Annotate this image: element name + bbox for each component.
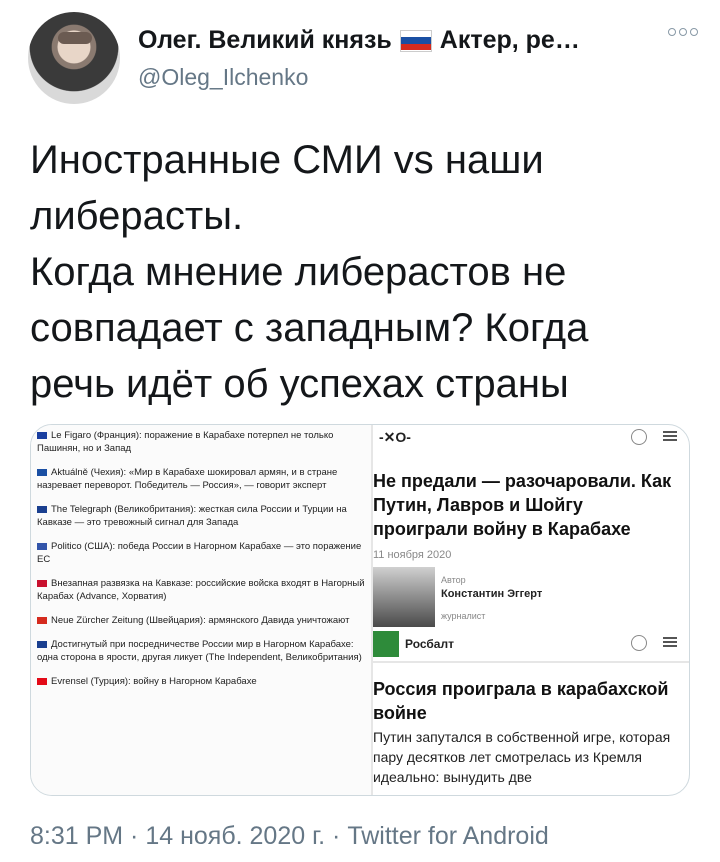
author-name: Константин Эггерт xyxy=(441,588,543,600)
site-logo: -✕О- xyxy=(379,429,411,445)
rosbalt-logo xyxy=(373,631,399,657)
rocket-icon xyxy=(631,635,647,651)
list-item: Evrensel (Турция): войну в Нагорном Кара… xyxy=(37,675,367,688)
list-item: Aktuálně (Чехия): «Мир в Карабахе шокиро… xyxy=(37,467,338,491)
list-item: Достигнутый при посредничестве России ми… xyxy=(37,639,362,663)
tweet-media-image[interactable]: Le Figaro (Франция): поражение в Карабах… xyxy=(30,424,690,796)
display-name-row[interactable]: Олег. Великий князь Актер, ре… xyxy=(138,26,580,55)
list-item: Politico (США): победа России в Нагорном… xyxy=(37,541,362,565)
source-name: Росбалт xyxy=(405,637,454,651)
tweet-header: Олег. Великий князь Актер, ре… @Oleg_Ilc… xyxy=(28,12,698,104)
flag-icon xyxy=(37,677,47,685)
user-avatar[interactable] xyxy=(28,12,120,104)
article-date: 11 ноября 2020 xyxy=(373,549,452,561)
list-item: Внезапная развязка на Кавказе: российски… xyxy=(37,578,365,602)
article-body: Путин запутался в собственной игре, кото… xyxy=(373,729,671,785)
more-options-icon[interactable] xyxy=(668,28,698,36)
display-name-suffix[interactable]: Актер, ре… xyxy=(440,26,580,55)
russian-media-panel: -✕О- Не предали — разочаровали. Как Пути… xyxy=(373,425,689,795)
article-headline: Россия проиграла в карабахской войне xyxy=(373,679,669,723)
flag-icon xyxy=(37,468,47,476)
tweet-timestamp[interactable]: 8:31 PM · 14 нояб. 2020 г. · Twitter for… xyxy=(30,822,549,851)
flag-icon xyxy=(37,616,47,624)
flag-icon xyxy=(37,431,47,439)
divider xyxy=(373,661,689,663)
foreign-media-list: Le Figaro (Франция): поражение в Карабах… xyxy=(31,425,371,795)
flag-icon xyxy=(37,505,47,513)
author-photo xyxy=(373,567,435,627)
list-item: Neue Zürcher Zeitung (Швейцария): армянс… xyxy=(37,614,367,627)
tweet-text: Иностранные СМИ vs наши либерасты. Когда… xyxy=(30,138,589,406)
russia-flag-icon xyxy=(399,29,432,52)
flag-icon xyxy=(37,640,47,648)
menu-icon xyxy=(663,431,677,441)
flag-icon xyxy=(37,542,47,550)
menu-icon xyxy=(663,637,677,647)
list-item: The Telegraph (Великобритания): жесткая … xyxy=(37,504,347,528)
article-headline: Не предали — разочаровали. Как Путин, Ла… xyxy=(373,471,672,539)
user-handle[interactable]: @Oleg_Ilchenko xyxy=(138,64,308,91)
rocket-icon xyxy=(631,429,647,445)
flag-icon xyxy=(37,579,47,587)
author-role: журналист xyxy=(441,611,486,621)
author-label: Автор xyxy=(441,575,466,585)
list-item: Le Figaro (Франция): поражение в Карабах… xyxy=(37,430,334,454)
display-name[interactable]: Олег. Великий князь xyxy=(138,26,392,55)
